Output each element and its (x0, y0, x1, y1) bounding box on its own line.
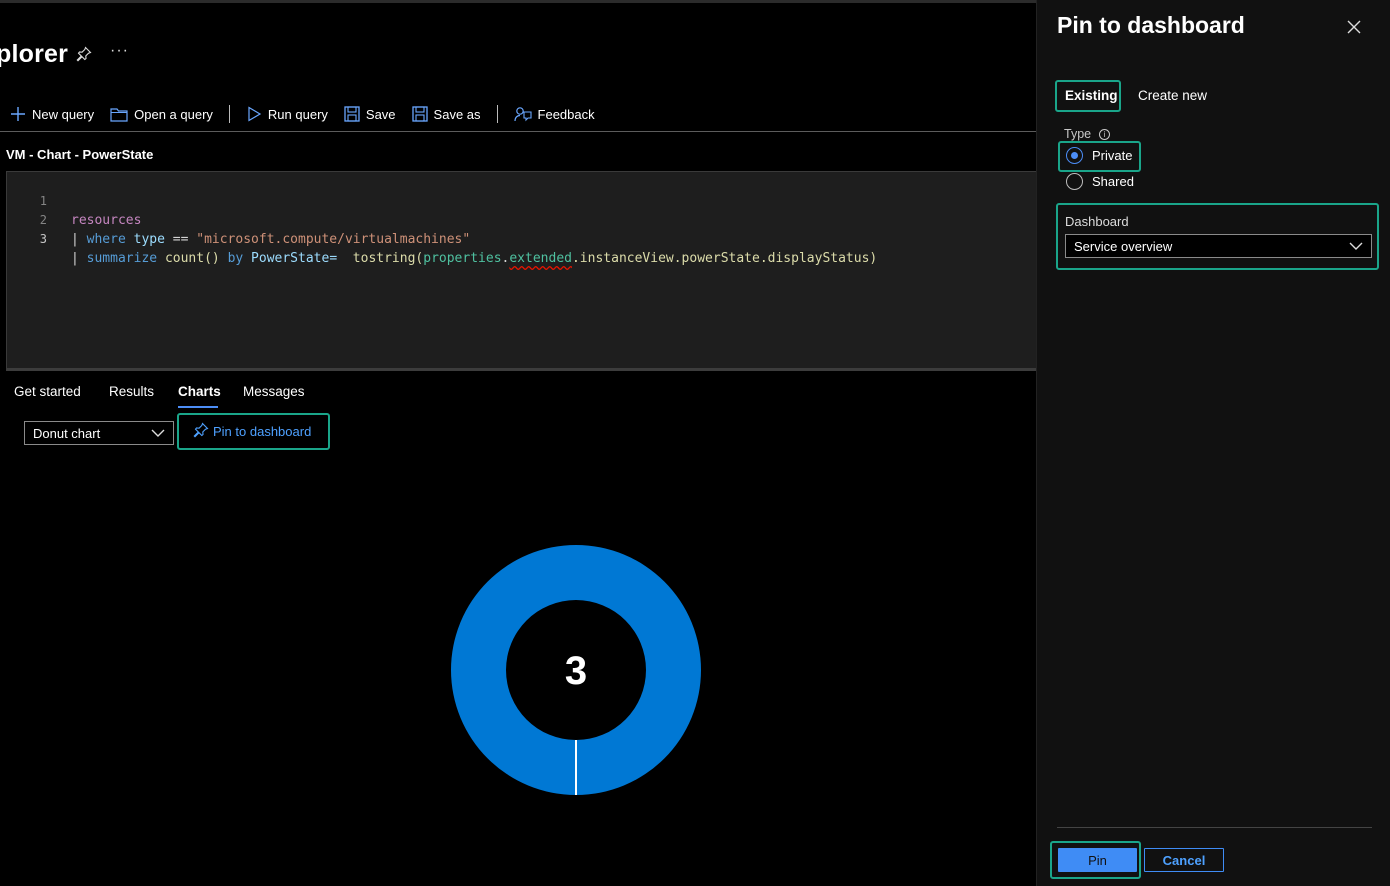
editor-line: 2 | where type == "microsoft.compute/vir… (7, 192, 1036, 247)
pin-to-dashboard-panel: Pin to dashboard Existing Create new Typ… (1036, 0, 1390, 886)
code-token: .instanceView.powerState.displayStatus) (571, 251, 878, 266)
toolbar-divider-line (0, 131, 1036, 132)
radio-private-label: Private (1092, 148, 1133, 163)
code-text: | summarize count() by PowerState= tostr… (71, 249, 877, 268)
tab-existing[interactable]: Existing (1065, 88, 1118, 103)
chevron-down-icon (1349, 239, 1363, 254)
editor-line: 1 resources (7, 173, 1036, 228)
command-toolbar: New query Open a query Run query Save Sa… (10, 102, 611, 126)
chart-type-value: Donut chart (33, 425, 101, 441)
code-token: PowerState= (251, 251, 338, 266)
folder-icon (110, 107, 128, 122)
pin-button[interactable]: Pin (1058, 848, 1137, 872)
radio-shared[interactable]: Shared (1066, 173, 1134, 190)
code-token: count() (164, 251, 220, 266)
more-options-icon[interactable]: ··· (110, 42, 129, 60)
query-editor[interactable]: 1 resources 2 | where type == "microsoft… (6, 171, 1036, 371)
save-icon (344, 106, 360, 122)
new-query-label: New query (32, 106, 95, 122)
donut-chart: 3 (451, 545, 701, 795)
top-border (0, 0, 1036, 3)
close-icon[interactable] (1346, 18, 1362, 41)
toolbar-divider (228, 105, 230, 123)
chart-type-dropdown[interactable]: Donut chart (24, 421, 174, 445)
open-query-button[interactable]: Open a query (110, 107, 213, 122)
code-token: == (172, 232, 189, 247)
code-token: type (133, 232, 165, 247)
donut-center-label: 3 (565, 649, 587, 693)
radio-shared-label: Shared (1092, 174, 1134, 189)
code-token: | (71, 232, 79, 247)
run-query-label: Run query (267, 106, 328, 122)
code-token: tostring( (352, 251, 424, 266)
code-token: summarize (86, 251, 158, 266)
query-tab[interactable]: VM - Chart - PowerState (6, 147, 153, 162)
code-text: | where type == "microsoft.compute/virtu… (71, 230, 470, 249)
feedback-icon (513, 106, 532, 123)
chevron-down-icon (151, 426, 165, 441)
tab-get-started[interactable]: Get started (14, 384, 81, 399)
toolbar-divider (496, 105, 498, 123)
code-token: | (71, 251, 79, 266)
panel-title: Pin to dashboard (1057, 12, 1245, 38)
feedback-button[interactable]: Feedback (513, 106, 595, 123)
code-token: by (227, 251, 244, 266)
radio-unselected-icon[interactable] (1066, 173, 1083, 190)
feedback-label: Feedback (537, 106, 595, 122)
page-title: plorer (0, 40, 69, 68)
pin-to-dashboard-label: Pin to dashboard (213, 424, 312, 439)
radio-private[interactable]: Private (1066, 147, 1132, 164)
tab-create-new[interactable]: Create new (1138, 88, 1207, 103)
run-query-button[interactable]: Run query (246, 106, 328, 122)
line-number: 3 (39, 232, 47, 246)
type-label-row: Type i (1064, 127, 1111, 141)
code-token: extended (509, 251, 572, 266)
code-token: "microsoft.compute/virtualmachines" (196, 232, 471, 247)
footer-divider (1057, 827, 1372, 828)
save-as-label: Save as (433, 106, 481, 122)
save-button[interactable]: Save (344, 106, 396, 122)
tab-results[interactable]: Results (109, 384, 154, 399)
cancel-button[interactable]: Cancel (1144, 848, 1224, 872)
info-icon[interactable]: i (1099, 128, 1111, 140)
open-query-label: Open a query (134, 106, 213, 122)
radio-selected-icon[interactable] (1066, 147, 1083, 164)
active-tab-indicator (178, 406, 218, 408)
pin-to-dashboard-button[interactable]: Pin to dashboard (177, 413, 330, 450)
play-icon (246, 106, 262, 122)
tab-charts[interactable]: Charts (178, 384, 221, 399)
new-query-button[interactable]: New query (10, 106, 94, 122)
dashboard-dropdown[interactable]: Service overview (1065, 234, 1372, 258)
dashboard-label: Dashboard (1065, 214, 1129, 229)
save-as-button[interactable]: Save as (411, 106, 481, 122)
tab-messages[interactable]: Messages (243, 384, 305, 399)
dashboard-value: Service overview (1074, 238, 1173, 254)
code-token: properties (423, 251, 502, 266)
save-label: Save (365, 106, 396, 122)
save-as-icon (411, 106, 428, 122)
plus-icon (10, 106, 26, 122)
pin-icon[interactable] (76, 46, 92, 66)
type-label: Type (1064, 127, 1092, 141)
code-token: where (86, 232, 126, 247)
pin-icon (193, 422, 209, 441)
editor-line: 3 | summarize count() by PowerState= tos… (7, 211, 1036, 266)
